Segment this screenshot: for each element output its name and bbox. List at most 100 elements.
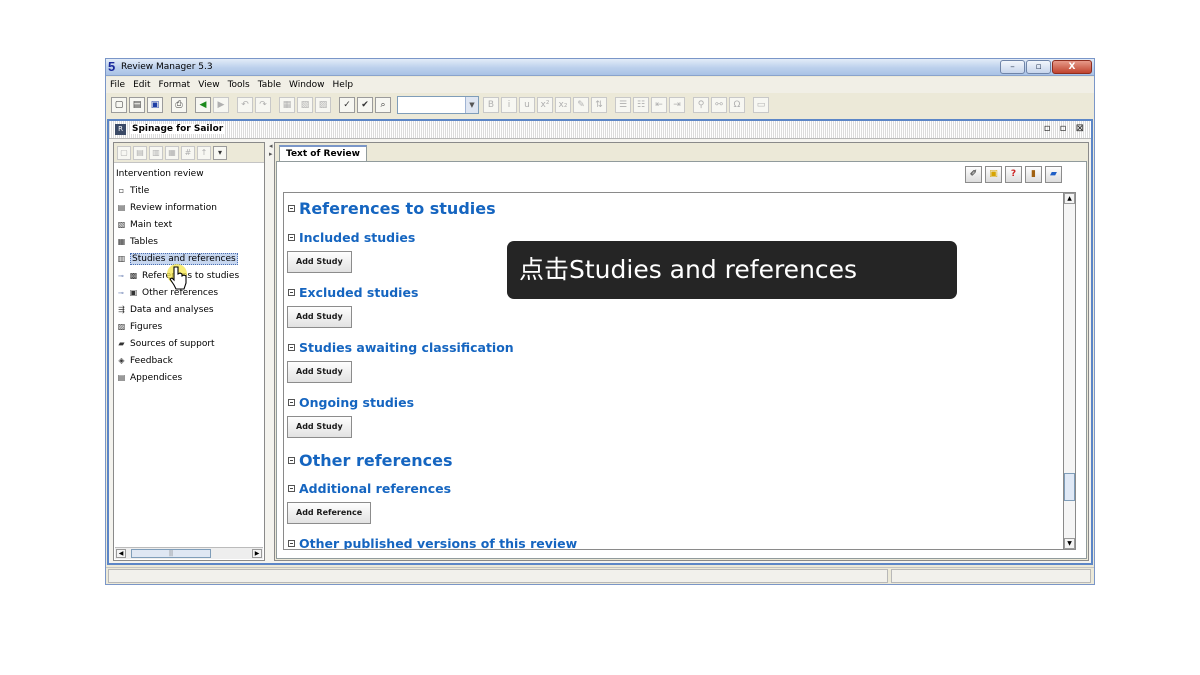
menu-view[interactable]: View xyxy=(198,80,219,90)
collapse-icon[interactable] xyxy=(288,234,295,241)
new-icon[interactable]: ▢ xyxy=(111,97,127,113)
copy-icon[interactable]: ▦ xyxy=(279,97,295,113)
comment-icon[interactable]: ▰ xyxy=(1045,166,1062,183)
bullet-list-icon[interactable]: ☰ xyxy=(615,97,631,113)
unlink-icon[interactable]: ⚯ xyxy=(711,97,727,113)
tree-item-feedback[interactable]: ◈ Feedback xyxy=(116,352,264,369)
tree-item-data-and-analyses[interactable]: ⇶ Data and analyses xyxy=(116,301,264,318)
heading-references-to-studies[interactable]: References to studies xyxy=(288,199,496,218)
tree-item-sources-of-support[interactable]: ▰ Sources of support xyxy=(116,335,264,352)
document-vertical-scrollbar[interactable]: ▲ ▼ xyxy=(1064,192,1076,550)
tab-text-of-review[interactable]: Text of Review xyxy=(279,145,367,161)
books-icon: ▥ xyxy=(117,254,126,263)
add-awaiting-study-button[interactable]: Add Study xyxy=(287,361,352,383)
expand-icon[interactable]: ⊸ xyxy=(118,272,128,280)
outline-edit-icon[interactable]: ▤ xyxy=(133,145,147,160)
subscript-button[interactable]: x₂ xyxy=(555,97,571,113)
numbered-list-icon[interactable]: ☷ xyxy=(633,97,649,113)
expand-icon[interactable]: ⊸ xyxy=(118,289,128,297)
open-icon[interactable]: ▤ xyxy=(129,97,145,113)
collapse-icon[interactable] xyxy=(288,485,295,492)
tree-item-review-information[interactable]: ▤ Review information xyxy=(116,199,264,216)
forward-arrow-icon[interactable]: ▶ xyxy=(213,97,229,113)
scroll-thumb[interactable] xyxy=(1064,473,1075,501)
collapse-icon[interactable] xyxy=(288,540,295,547)
outline-number-icon[interactable]: # xyxy=(181,145,195,160)
add-reference-button[interactable]: Add Reference xyxy=(287,502,372,524)
indent-icon[interactable]: ⇥ xyxy=(669,97,685,113)
heading-additional-references[interactable]: Additional references xyxy=(288,481,451,496)
link-icon[interactable]: ⚲ xyxy=(693,97,709,113)
scroll-up-icon[interactable]: ▲ xyxy=(1064,193,1075,204)
paste-icon[interactable]: ▧ xyxy=(297,97,313,113)
minimize-button[interactable]: – xyxy=(1000,60,1025,74)
annotate-icon[interactable]: ✐ xyxy=(965,166,982,183)
sort-icon[interactable]: ⇅ xyxy=(591,97,607,113)
add-ongoing-study-button[interactable]: Add Study xyxy=(287,416,352,438)
bold-button[interactable]: B xyxy=(483,97,499,113)
highlight-icon[interactable]: ✎ xyxy=(573,97,589,113)
help-icon[interactable]: ? xyxy=(1005,166,1022,183)
window-title: Review Manager 5.3 xyxy=(121,62,213,72)
outline-add-icon[interactable]: ▢ xyxy=(117,145,131,160)
tree-item-title[interactable]: ▫ Title xyxy=(116,182,264,199)
outline-menu-icon[interactable]: ▾ xyxy=(213,145,227,160)
title-bar: 5 Review Manager 5.3 – ▫ X xyxy=(106,59,1094,76)
outdent-icon[interactable]: ⇤ xyxy=(651,97,667,113)
heading-awaiting-classification[interactable]: Studies awaiting classification xyxy=(288,340,514,355)
outline-horizontal-scrollbar[interactable]: ◀ || ▶ xyxy=(115,547,263,559)
scroll-left-icon[interactable]: ◀ xyxy=(116,549,126,558)
handbook-icon[interactable]: ▮ xyxy=(1025,166,1042,183)
style-dropdown[interactable]: ▼ xyxy=(397,96,479,114)
scroll-thumb[interactable]: || xyxy=(131,549,211,558)
menu-file[interactable]: File xyxy=(110,80,125,90)
menu-help[interactable]: Help xyxy=(333,80,354,90)
italic-button[interactable]: i xyxy=(501,97,517,113)
find-icon[interactable]: ⌕ xyxy=(375,97,391,113)
spellcheck-icon[interactable]: ✓ xyxy=(339,97,355,113)
heading-included-studies[interactable]: Included studies xyxy=(288,230,415,245)
spellcheck-all-icon[interactable]: ✔ xyxy=(357,97,373,113)
scroll-right-icon[interactable]: ▶ xyxy=(252,549,262,558)
redo-icon[interactable]: ↷ xyxy=(255,97,271,113)
tree-item-main-text[interactable]: ▧ Main text xyxy=(116,216,264,233)
close-button[interactable]: X xyxy=(1052,60,1092,74)
notes-icon[interactable]: ▣ xyxy=(985,166,1002,183)
outline-insert-icon[interactable]: ▦ xyxy=(165,145,179,160)
document-window-controls[interactable]: ▫ ▫ ⊠ xyxy=(1044,123,1087,134)
collapse-icon[interactable] xyxy=(288,344,295,351)
table-icon[interactable]: ▭ xyxy=(753,97,769,113)
add-excluded-study-button[interactable]: Add Study xyxy=(287,306,352,328)
outline-move-up-icon[interactable]: ↑ xyxy=(197,145,211,160)
heading-other-published-versions[interactable]: Other published versions of this review xyxy=(288,536,577,549)
menu-window[interactable]: Window xyxy=(289,80,325,90)
tree-item-figures[interactable]: ▨ Figures xyxy=(116,318,264,335)
collapse-icon[interactable] xyxy=(288,457,295,464)
outline-properties-icon[interactable]: ▥ xyxy=(149,145,163,160)
superscript-button[interactable]: x² xyxy=(537,97,553,113)
maximize-button[interactable]: ▫ xyxy=(1026,60,1051,74)
heading-excluded-studies[interactable]: Excluded studies xyxy=(288,285,418,300)
omega-button[interactable]: Ω xyxy=(729,97,745,113)
menu-table[interactable]: Table xyxy=(258,80,281,90)
menu-edit[interactable]: Edit xyxy=(133,80,150,90)
save-icon[interactable]: ▣ xyxy=(147,97,163,113)
heading-ongoing-studies[interactable]: Ongoing studies xyxy=(288,395,414,410)
menu-tools[interactable]: Tools xyxy=(228,80,250,90)
collapse-icon[interactable] xyxy=(288,399,295,406)
undo-icon[interactable]: ↶ xyxy=(237,97,253,113)
delete-icon[interactable]: ▨ xyxy=(315,97,331,113)
add-included-study-button[interactable]: Add Study xyxy=(287,251,352,273)
back-arrow-icon[interactable]: ◀ xyxy=(195,97,211,113)
collapse-icon[interactable] xyxy=(288,205,295,212)
document-icon: ▫ xyxy=(118,186,125,195)
chevron-down-icon[interactable]: ▼ xyxy=(465,97,478,113)
tree-item-appendices[interactable]: ▤ Appendices xyxy=(116,369,264,386)
scroll-down-icon[interactable]: ▼ xyxy=(1064,538,1075,549)
print-icon[interactable]: ⎙ xyxy=(171,97,187,113)
heading-other-references[interactable]: Other references xyxy=(288,451,453,470)
menu-format[interactable]: Format xyxy=(159,80,191,90)
tree-item-tables[interactable]: ▦ Tables xyxy=(116,233,264,250)
underline-button[interactable]: u xyxy=(519,97,535,113)
collapse-icon[interactable] xyxy=(288,289,295,296)
